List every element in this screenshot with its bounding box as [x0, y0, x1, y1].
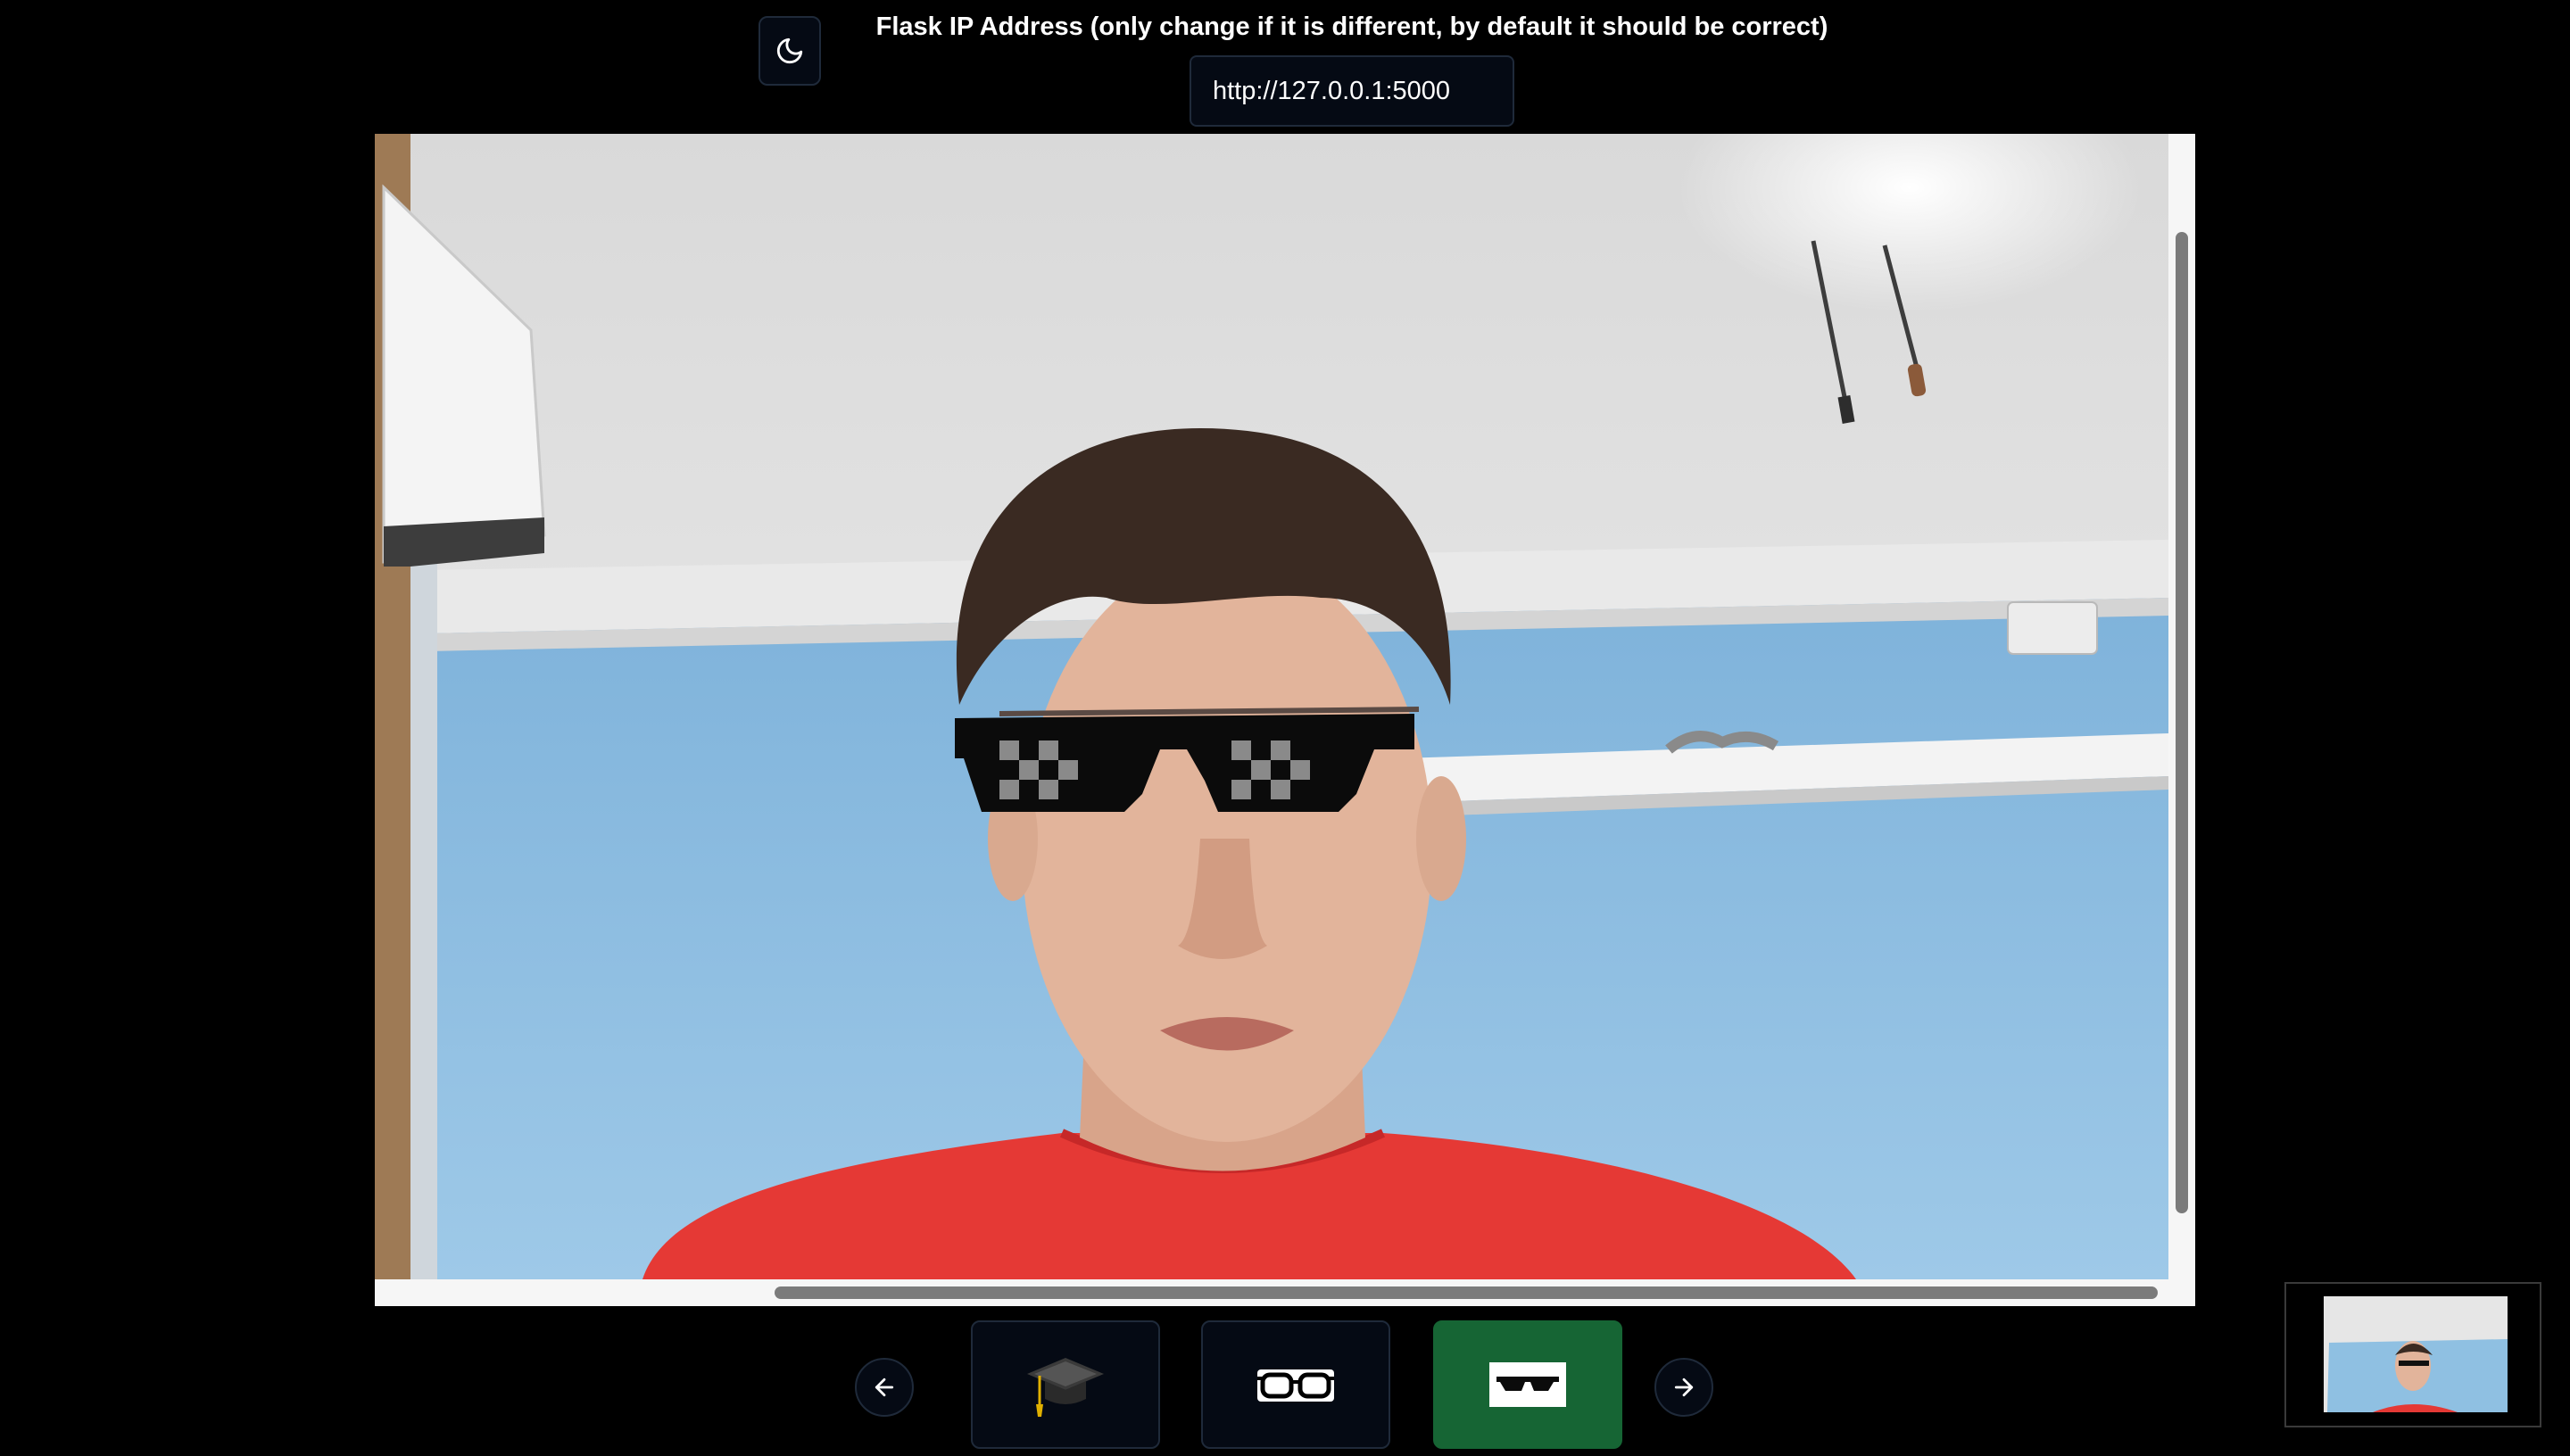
horizontal-scrollbar-thumb[interactable] [775, 1286, 2158, 1299]
filter-pixel-sunglasses[interactable] [1433, 1320, 1622, 1449]
vertical-scrollbar-thumb[interactable] [2176, 232, 2188, 1213]
preview-image [2324, 1296, 2508, 1412]
ip-address-input[interactable] [1190, 55, 1514, 127]
pixel-sunglasses-icon [1489, 1362, 1566, 1407]
webcam-feed [375, 134, 2168, 1279]
vertical-scrollbar[interactable] [2168, 134, 2195, 1279]
screen-preview-thumbnail[interactable] [2284, 1282, 2541, 1427]
filter-glasses[interactable] [1201, 1320, 1390, 1449]
next-filter-button[interactable] [1654, 1358, 1713, 1417]
previous-filter-button[interactable] [855, 1358, 914, 1417]
arrow-right-icon [1674, 1377, 1694, 1397]
glasses-icon [1257, 1369, 1334, 1402]
moon-icon [776, 37, 803, 64]
webcam-panel [375, 134, 2195, 1306]
filter-graduation-cap[interactable] [971, 1320, 1160, 1449]
arrow-left-icon [875, 1377, 894, 1397]
ip-address-label: Flask IP Address (only change if it is d… [875, 12, 1828, 41]
graduation-cap-icon [1027, 1358, 1104, 1417]
horizontal-scrollbar[interactable] [375, 1279, 2195, 1306]
